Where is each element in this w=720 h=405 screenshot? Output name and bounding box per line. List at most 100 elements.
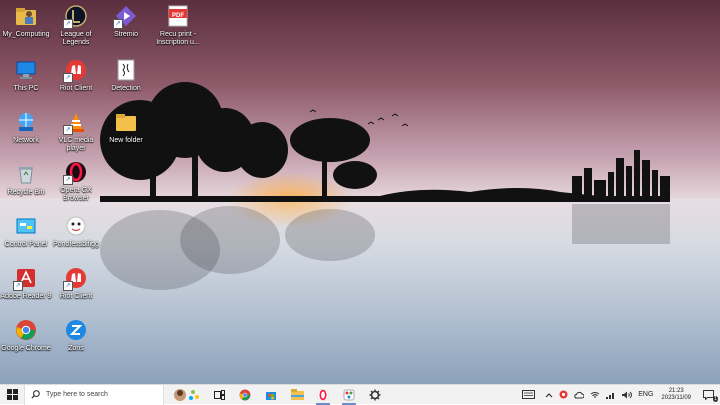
riot-client-icon: ↗ xyxy=(63,266,88,291)
notification-badge: 1 xyxy=(713,395,718,402)
desktop-icon-stremio[interactable]: ↗ Stremio xyxy=(100,4,152,39)
taskbar-opera-gx[interactable] xyxy=(310,385,336,405)
icon-label: Zoris xyxy=(68,345,84,352)
desktop-icon-my-computing[interactable]: My_Computing xyxy=(0,4,52,39)
notification-center-button[interactable]: 1 xyxy=(696,385,720,405)
icon-label: Opera GX Browser xyxy=(60,187,92,202)
shortcut-arrow-icon: ↗ xyxy=(13,281,23,291)
icon-label: League of Legends xyxy=(60,31,92,46)
clock-date: 2023/11/09 xyxy=(661,394,691,401)
store-bag-icon xyxy=(266,391,276,400)
icon-label: Stremio xyxy=(113,31,139,38)
cloud-sync-icon[interactable] xyxy=(571,385,587,405)
desktop-icon-opera-gx[interactable]: ↗ Opera GX Browser xyxy=(50,160,102,203)
system-tray: ENG 21:23 2023/11/09 1 xyxy=(514,385,720,405)
clock[interactable]: 21:23 2023/11/09 xyxy=(656,388,696,402)
desktop-icon-ponofessbifigg[interactable]: Ponofessbifigg xyxy=(50,214,102,249)
desktop-icon-pdf-file[interactable]: PDF Recu print - Inscription u... xyxy=(152,4,204,47)
desktop-icon-control-panel[interactable]: Control Panel xyxy=(0,214,52,249)
desktop-icon-riot-client[interactable]: ↗ Riot Client xyxy=(50,58,102,93)
globe-network-icon xyxy=(14,110,38,134)
desktop-icon-detection[interactable]: Detection xyxy=(100,58,152,93)
monitor-icon xyxy=(14,58,38,82)
file-explorer-icon xyxy=(290,389,304,400)
desktop-icon-this-pc[interactable]: This PC xyxy=(0,58,52,93)
taskbar-search-box[interactable]: Type here to search xyxy=(24,384,164,405)
icon-label: My_Computing xyxy=(2,31,50,38)
desktop-icon-new-folder[interactable]: New folder xyxy=(100,110,152,145)
taskbar-settings[interactable] xyxy=(362,385,388,405)
cartoon-face-icon xyxy=(64,214,88,238)
volume-icon[interactable] xyxy=(619,385,635,405)
desktop-icon-riot-client-2[interactable]: ↗ Riot Client xyxy=(50,266,102,301)
icon-label: Recycle Bin xyxy=(7,189,45,196)
stremio-icon: ↗ xyxy=(113,4,138,29)
shortcut-arrow-icon: ↗ xyxy=(63,19,73,29)
control-panel-icon xyxy=(14,214,38,238)
desktop-icon-recycle-bin[interactable]: Recycle Bin xyxy=(0,162,52,197)
keyboard-icon[interactable] xyxy=(514,385,542,405)
adobe-reader-icon: ↗ xyxy=(13,266,38,291)
icon-label: Network xyxy=(13,137,39,144)
windows-logo-icon xyxy=(6,389,18,400)
icon-label: Riot Client xyxy=(59,293,93,300)
task-view-icon xyxy=(213,389,225,400)
pdf-file-icon: PDF xyxy=(166,4,190,28)
folder-icon xyxy=(114,110,138,134)
pdf-badge-text: PDF xyxy=(172,13,184,19)
chrome-icon xyxy=(239,389,251,400)
chrome-icon xyxy=(14,318,38,342)
icon-label: Recu print - Inscription u... xyxy=(156,31,200,46)
desktop-icon-google-chrome[interactable]: Google Chrome xyxy=(0,318,52,353)
icon-label: VLC media player xyxy=(58,137,94,152)
shortcut-arrow-icon: ↗ xyxy=(63,73,73,83)
riot-client-icon: ↗ xyxy=(63,58,88,83)
desktop-icon-league-of-legends[interactable]: ↗ League of Legends xyxy=(50,4,102,47)
search-highlight-image[interactable] xyxy=(164,385,206,405)
icon-label: Google Chrome xyxy=(1,345,51,352)
network-signal-icon[interactable] xyxy=(603,385,619,405)
shortcut-arrow-icon: ↗ xyxy=(63,281,73,291)
league-of-legends-icon: ↗ xyxy=(63,4,88,29)
desktop-icon-network[interactable]: Network xyxy=(0,110,52,145)
taskbar-file-explorer[interactable] xyxy=(284,385,310,405)
icon-label: Adobe Reader 9 xyxy=(0,293,52,300)
icon-label: Ponofessbifigg xyxy=(53,241,99,248)
desktop-icon-vlc[interactable]: ↗ VLC media player xyxy=(50,110,102,153)
shortcut-arrow-icon: ↗ xyxy=(113,19,123,29)
icon-label: Riot Client xyxy=(59,85,93,92)
notification-icon xyxy=(702,389,714,400)
search-icon xyxy=(31,390,40,399)
language-indicator[interactable]: ENG xyxy=(635,385,656,405)
taskbar-paint-app[interactable] xyxy=(336,385,362,405)
desktop: My_Computing This PC Network Recycle Bin… xyxy=(0,0,720,384)
wifi-icon[interactable] xyxy=(587,385,603,405)
record-indicator-icon[interactable] xyxy=(556,385,571,405)
search-placeholder: Type here to search xyxy=(46,391,108,398)
opera-gx-icon: ↗ xyxy=(63,160,88,185)
document-sketch-icon xyxy=(114,58,138,82)
icon-label: New folder xyxy=(109,137,143,144)
search-highlight-icon xyxy=(168,386,202,403)
start-button[interactable] xyxy=(0,385,24,405)
taskbar: Type here to search ENG 21:23 2023/11/09… xyxy=(0,384,720,405)
paint-palette-icon xyxy=(343,389,355,400)
vlc-cone-icon: ↗ xyxy=(63,110,88,135)
gear-icon xyxy=(369,389,381,400)
shortcut-arrow-icon: ↗ xyxy=(63,175,73,185)
icon-label: Detection xyxy=(111,85,141,92)
desktop-icon-adobe-reader[interactable]: ↗ Adobe Reader 9 xyxy=(0,266,52,301)
taskbar-microsoft-store[interactable] xyxy=(258,385,284,405)
chevron-up-icon[interactable] xyxy=(542,385,556,405)
opera-gx-icon xyxy=(317,388,329,401)
recycle-bin-icon xyxy=(14,162,38,186)
shortcut-arrow-icon: ↗ xyxy=(63,125,73,135)
icon-label: Control Panel xyxy=(4,241,48,248)
icon-label: This PC xyxy=(13,85,39,92)
zoris-icon xyxy=(64,318,88,342)
desktop-icon-zoris[interactable]: Zoris xyxy=(50,318,102,353)
taskbar-chrome[interactable] xyxy=(232,385,258,405)
user-folder-icon xyxy=(14,4,38,28)
clock-time: 21:23 xyxy=(668,387,684,394)
task-view-button[interactable] xyxy=(206,385,232,405)
